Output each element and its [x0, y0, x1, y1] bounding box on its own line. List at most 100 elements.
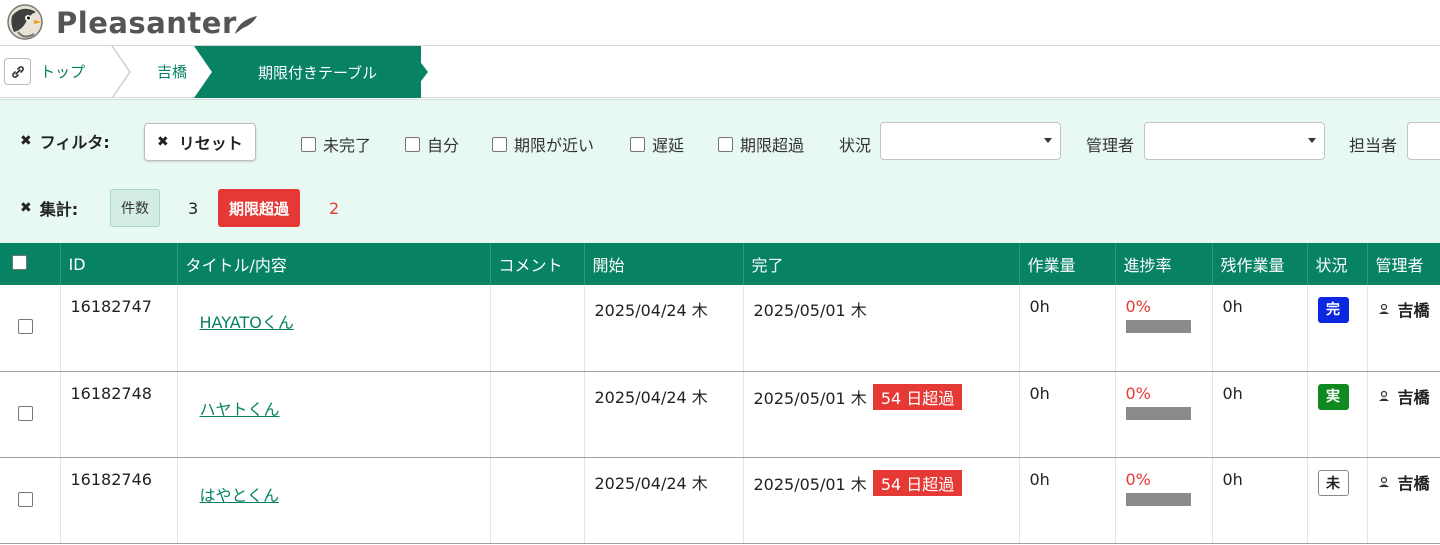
row-select-cell[interactable]	[0, 457, 61, 544]
manager-value: 吉橋	[1378, 297, 1440, 321]
checkbox-label: 未完了	[323, 136, 372, 155]
progress-value: 0%	[1125, 297, 1151, 316]
owner-filter-label: 担当者	[1349, 136, 1398, 155]
records-grid: ID タイトル/内容 コメント 開始 完了 作業量 進捗率 残作業量 状況 管理…	[0, 243, 1440, 544]
row-checkbox[interactable]	[18, 405, 33, 421]
manager-cell: 吉橋	[1367, 285, 1440, 372]
column-header[interactable]: 進捗率	[1115, 243, 1213, 285]
count-value: 3	[188, 199, 199, 218]
filter-incomplete[interactable]: 未完了	[301, 132, 371, 156]
checkbox[interactable]	[405, 136, 420, 152]
end-date: 2025/05/01 木	[753, 388, 867, 408]
status-badge: 実	[1317, 383, 1349, 410]
overdue-badge[interactable]: 期限超過	[218, 189, 301, 227]
status-cell: 完	[1307, 285, 1368, 372]
overdue-badge: 54 日超過	[872, 469, 963, 496]
row-select-cell[interactable]	[0, 371, 61, 458]
end-cell: 2025/05/01 木 54 日超過	[743, 457, 1020, 544]
filter-label-group[interactable]: ✖ フィルタ:	[20, 122, 110, 160]
manager-value: 吉橋	[1378, 470, 1440, 494]
user-icon	[1378, 476, 1389, 487]
column-header[interactable]: 開始	[584, 243, 744, 285]
progress-value: 0%	[1125, 469, 1151, 489]
status-filter-label: 状況	[839, 136, 872, 155]
user-icon	[1378, 390, 1389, 401]
app-name[interactable]: Pleasanter	[56, 6, 237, 40]
status-cell: 実	[1307, 371, 1368, 458]
checkbox[interactable]	[718, 136, 733, 152]
title-link[interactable]: はやとくん	[200, 482, 280, 506]
filter-self[interactable]: 自分	[405, 132, 459, 156]
logo-bird-icon[interactable]	[4, 2, 46, 44]
column-header[interactable]: 管理者	[1367, 243, 1440, 285]
overdue-value: 2	[329, 199, 340, 218]
filter-toggle-icon[interactable]: ✖	[20, 133, 32, 149]
row-checkbox[interactable]	[18, 319, 33, 334]
aggregation-label: 集計:	[39, 200, 79, 219]
checkbox-label: 期限超過	[740, 136, 805, 155]
reset-button[interactable]: ✖ リセット	[144, 123, 256, 161]
progress-cell: 0%	[1115, 457, 1213, 544]
checkbox-label: 期限が近い	[514, 136, 595, 155]
breadcrumb-current-label: 期限付きテーブル	[258, 63, 378, 82]
breadcrumb-current: 期限付きテーブル	[214, 46, 422, 98]
column-header[interactable]: ID	[60, 243, 178, 285]
status-badge: 未	[1317, 469, 1349, 496]
end-date: 2025/05/01 木	[753, 474, 867, 494]
start-cell: 2025/04/24 木	[584, 371, 744, 458]
end-cell: 2025/05/01 木 54 日超過	[743, 371, 1020, 458]
filter-delayed[interactable]: 遅延	[630, 132, 684, 156]
manager-select[interactable]	[1144, 122, 1325, 160]
select-all-header[interactable]	[0, 243, 61, 285]
column-header[interactable]: コメント	[490, 243, 585, 285]
title-cell: ハヤトくん	[177, 371, 491, 458]
reset-label: リセット	[178, 134, 243, 153]
progress-bar	[1125, 492, 1191, 506]
row-checkbox[interactable]	[18, 491, 33, 507]
work-cell: 0h	[1019, 371, 1116, 458]
filter-near-deadline[interactable]: 期限が近い	[492, 132, 594, 156]
column-header[interactable]: 残作業量	[1212, 243, 1308, 285]
title-cell: はやとくん	[177, 457, 491, 544]
id-cell: 16182746	[60, 457, 178, 544]
breadcrumb-site[interactable]: 吉橋	[157, 46, 187, 98]
count-badge[interactable]: 件数	[110, 189, 160, 227]
select-all-checkbox[interactable]	[12, 254, 27, 270]
aggregation-label-group[interactable]: ✖ 集計:	[20, 189, 78, 227]
column-header[interactable]: 状況	[1307, 243, 1368, 285]
title-link[interactable]: HAYATOくん	[200, 309, 294, 333]
table-header-row: ID タイトル/内容 コメント 開始 完了 作業量 進捗率 残作業量 状況 管理…	[0, 243, 1440, 285]
title-link[interactable]: ハヤトくん	[200, 396, 280, 420]
status-select[interactable]	[880, 122, 1061, 160]
table-row[interactable]: 16182746 はやとくん 2025/04/24 木 2025/05/01 木…	[0, 457, 1440, 544]
breadcrumb-top[interactable]: トップ	[40, 46, 85, 98]
table-row[interactable]: 16182747 HAYATOくん 2025/04/24 木 2025/05/0…	[0, 285, 1440, 372]
table-row[interactable]: 16182748 ハヤトくん 2025/04/24 木 2025/05/01 木…	[0, 371, 1440, 458]
breadcrumb: トップ 吉橋 期限付きテーブル	[0, 46, 1440, 98]
checkbox[interactable]	[630, 136, 645, 152]
dropdown-caret-icon	[1308, 138, 1316, 143]
comment-cell	[490, 457, 585, 544]
link-icon[interactable]	[4, 58, 31, 85]
start-cell: 2025/04/24 木	[584, 457, 744, 544]
breadcrumb-arrow-right	[408, 46, 428, 98]
row-select-cell[interactable]	[0, 285, 61, 372]
filter-overdue[interactable]: 期限超過	[718, 132, 804, 156]
column-header[interactable]: 完了	[743, 243, 1020, 285]
progress-bar	[1125, 320, 1191, 333]
breadcrumb-arrow-left	[194, 46, 214, 98]
column-header[interactable]: タイトル/内容	[177, 243, 491, 285]
checkbox[interactable]	[301, 136, 316, 152]
owner-select[interactable]	[1407, 122, 1440, 160]
column-header[interactable]: 作業量	[1019, 243, 1116, 285]
end-date: 2025/05/01 木	[753, 301, 867, 320]
comment-cell	[490, 371, 585, 458]
manager-cell: 吉橋	[1367, 371, 1440, 458]
manager-name: 吉橋	[1397, 387, 1430, 407]
aggregation-toggle-icon[interactable]: ✖	[20, 200, 32, 216]
checkbox-label: 遅延	[652, 136, 685, 155]
checkbox[interactable]	[492, 136, 507, 152]
app-header: Pleasanter	[0, 0, 1440, 46]
title-cell: HAYATOくん	[177, 285, 491, 372]
filter-panel: ✖ フィルタ: ✖ リセット 未完了 自分 期限が近い 遅延 期限超過 状況 管…	[0, 99, 1440, 243]
